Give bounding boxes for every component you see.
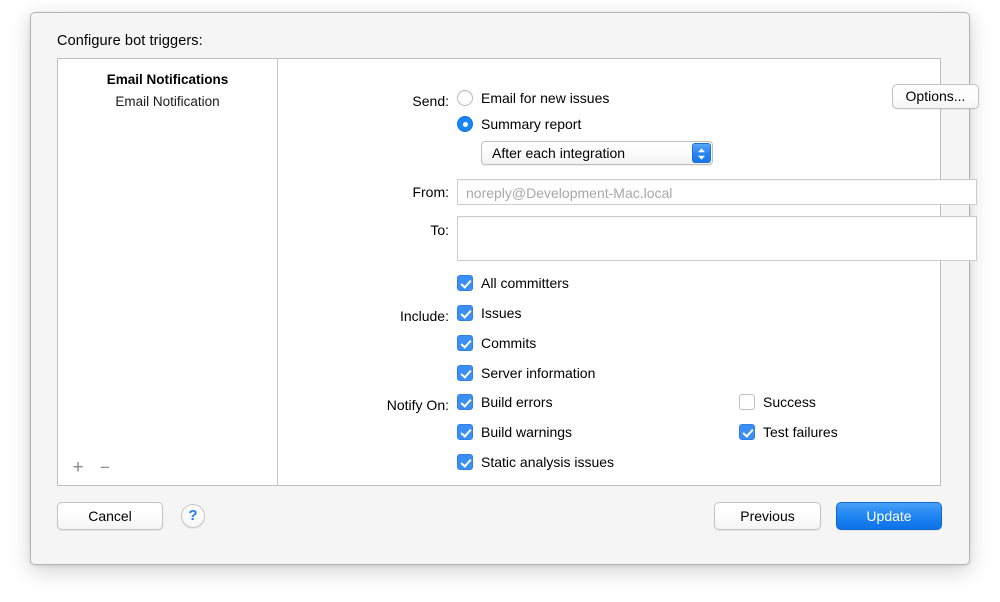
- checkbox-indicator-static-analysis-issues[interactable]: [457, 454, 473, 470]
- from-field[interactable]: noreply@Development-Mac.local: [457, 179, 977, 205]
- trigger-settings-pane: Send: Email for new issues Summary repor…: [279, 59, 940, 485]
- checkbox-commits[interactable]: Commits: [457, 335, 536, 351]
- to-field[interactable]: [457, 216, 977, 261]
- sidebar-item-email-notification[interactable]: Email Notification: [58, 91, 277, 113]
- checkbox-label-commits: Commits: [481, 335, 536, 351]
- radio-summary-report[interactable]: Summary report: [457, 116, 581, 132]
- checkbox-test-failures[interactable]: Test failures: [739, 424, 838, 440]
- checkbox-indicator-server-information[interactable]: [457, 365, 473, 381]
- checkbox-label-test-failures: Test failures: [763, 424, 838, 440]
- trigger-group: Email Notifications Email Notification: [58, 69, 277, 113]
- checkbox-build-errors[interactable]: Build errors: [457, 394, 553, 410]
- remove-trigger-button[interactable]: −: [94, 457, 116, 479]
- checkbox-all-committers[interactable]: All committers: [457, 275, 569, 291]
- from-field-placeholder: noreply@Development-Mac.local: [466, 185, 672, 201]
- options-button[interactable]: Options...: [892, 84, 979, 109]
- checkbox-indicator-success[interactable]: [739, 394, 755, 410]
- checkbox-label-build-errors: Build errors: [481, 394, 553, 410]
- radio-label-email-for-new-issues: Email for new issues: [481, 90, 609, 106]
- checkbox-label-issues: Issues: [481, 305, 521, 321]
- from-label: From:: [329, 184, 449, 200]
- checkbox-indicator-build-warnings[interactable]: [457, 424, 473, 440]
- sidebar-footer: + −: [58, 455, 277, 485]
- checkbox-label-server-information: Server information: [481, 365, 595, 381]
- trigger-list-sidebar: Email Notifications Email Notification +…: [58, 59, 278, 485]
- radio-email-for-new-issues[interactable]: Email for new issues: [457, 90, 609, 106]
- checkbox-label-all-committers: All committers: [481, 275, 569, 291]
- checkbox-build-warnings[interactable]: Build warnings: [457, 424, 572, 440]
- trigger-group-title: Email Notifications: [58, 69, 277, 91]
- radio-indicator-summary-report[interactable]: [457, 116, 473, 132]
- summary-frequency-popup[interactable]: After each integration: [481, 141, 713, 165]
- checkbox-label-static-analysis-issues: Static analysis issues: [481, 454, 614, 470]
- checkbox-label-build-warnings: Build warnings: [481, 424, 572, 440]
- notify-on-label: Notify On:: [319, 397, 449, 413]
- add-trigger-button[interactable]: +: [67, 457, 89, 479]
- page-title: Configure bot triggers:: [57, 33, 203, 49]
- radio-label-summary-report: Summary report: [481, 116, 581, 132]
- checkbox-indicator-test-failures[interactable]: [739, 424, 755, 440]
- checkbox-indicator-all-committers[interactable]: [457, 275, 473, 291]
- checkbox-server-information[interactable]: Server information: [457, 365, 595, 381]
- cancel-button[interactable]: Cancel: [57, 502, 163, 530]
- include-label: Include:: [329, 308, 449, 324]
- radio-indicator-email-for-new-issues[interactable]: [457, 90, 473, 106]
- to-label: To:: [329, 222, 449, 238]
- configure-bot-triggers-dialog: Configure bot triggers: Email Notificati…: [30, 12, 970, 565]
- checkbox-issues[interactable]: Issues: [457, 305, 521, 321]
- previous-button[interactable]: Previous: [714, 502, 821, 530]
- summary-frequency-value: After each integration: [492, 142, 625, 164]
- checkbox-indicator-commits[interactable]: [457, 335, 473, 351]
- send-label: Send:: [329, 93, 449, 109]
- trigger-editor-split: Email Notifications Email Notification +…: [57, 58, 941, 486]
- checkbox-indicator-build-errors[interactable]: [457, 394, 473, 410]
- checkbox-success[interactable]: Success: [739, 394, 816, 410]
- help-button[interactable]: ?: [181, 504, 205, 528]
- checkbox-indicator-issues[interactable]: [457, 305, 473, 321]
- checkbox-static-analysis-issues[interactable]: Static analysis issues: [457, 454, 614, 470]
- screen: Configure bot triggers: Email Notificati…: [0, 0, 1000, 602]
- update-button[interactable]: Update: [836, 502, 942, 530]
- chevron-updown-icon[interactable]: [692, 143, 711, 163]
- checkbox-label-success: Success: [763, 394, 816, 410]
